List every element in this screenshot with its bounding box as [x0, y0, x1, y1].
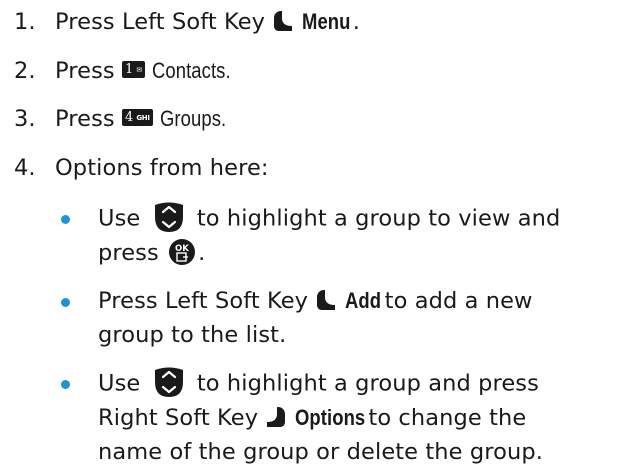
option-text: Press Left Soft Key: [98, 288, 309, 314]
key-1-icon: 1 ✉: [121, 61, 145, 78]
key-digit: 1: [124, 61, 134, 77]
option-2-line-1: Press Left Soft Key Add to add a new: [98, 286, 533, 316]
add-label: Add: [344, 288, 381, 313]
option-3-line-2: Right Soft Key Options to change the: [98, 403, 526, 433]
bullet-icon: [61, 298, 70, 307]
option-text: name of the group or delete the group.: [98, 439, 543, 465]
option-1-line-2: press OK .: [98, 238, 205, 268]
option-text: to highlight a group to view and: [196, 205, 561, 232]
option-text: to highlight a group and press: [196, 370, 539, 397]
step-trailing: .: [352, 9, 361, 35]
option-text: group to the list.: [98, 322, 287, 348]
option-text: .: [198, 240, 206, 266]
key-digit: 4: [124, 109, 134, 125]
option-3-line-3: name of the group or delete the group.: [98, 437, 543, 467]
left-soft-key-icon: [317, 289, 336, 310]
key-4-icon: 4 GHI: [121, 109, 153, 126]
step-text: Press: [55, 58, 115, 84]
bullet-icon: [61, 380, 70, 389]
menu-label: Menu: [301, 9, 351, 34]
option-2-line-2: group to the list.: [98, 320, 286, 350]
step-number: 1.: [14, 9, 36, 35]
key-sub: GHI: [136, 113, 150, 122]
step-number: 4.: [14, 155, 36, 181]
left-soft-key-icon: [274, 10, 293, 31]
step-text: Press: [55, 106, 115, 132]
right-soft-key-icon: [267, 406, 286, 427]
option-1-line-1: Use to highlight a group to view and: [98, 202, 561, 235]
step-number: 2.: [14, 58, 36, 84]
ok-key-icon: OK: [169, 238, 196, 265]
option-text: Right Soft Key: [98, 405, 259, 431]
key-sub: ✉: [136, 65, 142, 74]
option-text: to change the: [368, 405, 527, 431]
step-text: Options from here:: [55, 155, 269, 181]
option-text: press: [98, 240, 159, 266]
contacts-label: Contacts.: [152, 58, 231, 83]
navigation-key-icon: [154, 202, 183, 232]
option-text: Use: [98, 370, 141, 397]
option-text: to add a new: [384, 288, 533, 314]
step-number: 3.: [14, 106, 36, 132]
groups-label: Groups.: [159, 106, 227, 131]
option-text: Use: [98, 205, 141, 232]
step-text: Press Left Soft Key: [55, 9, 266, 35]
option-3-line-1: Use to highlight a group and press: [98, 367, 539, 400]
bullet-icon: [61, 215, 70, 224]
options-label: Options: [294, 405, 365, 430]
navigation-key-icon: [154, 367, 183, 397]
